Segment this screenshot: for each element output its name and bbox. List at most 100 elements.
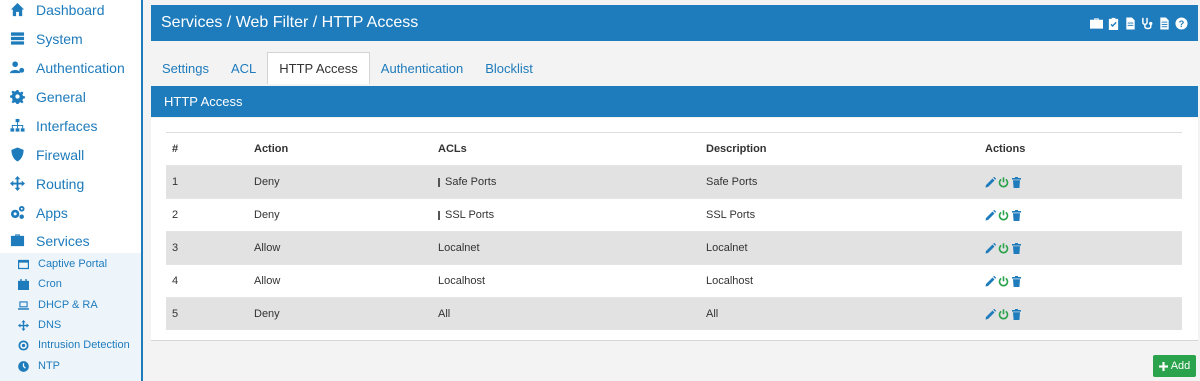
file-text-icon[interactable]	[1158, 16, 1171, 30]
row-action: Deny	[254, 308, 280, 320]
sidebar-subitem-label: DNS	[38, 319, 62, 331]
row-number: 2	[172, 209, 179, 221]
edit-icon[interactable]	[985, 275, 996, 287]
question-icon[interactable]: ?	[1175, 16, 1188, 30]
sitemap-icon	[9, 118, 25, 134]
tab-settings[interactable]: Settings	[151, 52, 220, 84]
tab-authentication[interactable]: Authentication	[370, 52, 474, 84]
row-action: Allow	[254, 242, 281, 254]
tab-acl[interactable]: ACL	[220, 52, 267, 84]
table-row[interactable]: 1 Deny Safe Ports Safe Ports	[166, 165, 1182, 198]
table-row[interactable]: 3 Allow Localnet Localnet	[166, 231, 1182, 264]
sidebar-subitem-label: Cron	[38, 278, 62, 290]
sidebar-item-label: Apps	[36, 204, 68, 221]
row-actions	[985, 298, 1022, 330]
table-row[interactable]: 5 Deny All All	[166, 297, 1182, 330]
row-description: SSL Ports	[706, 209, 756, 221]
delete-icon[interactable]	[1011, 209, 1022, 221]
sidebar-subitem-dns[interactable]: DNS	[0, 315, 141, 335]
shield-icon	[9, 147, 25, 163]
edit-icon[interactable]	[985, 308, 996, 320]
row-description: Localnet	[706, 242, 748, 254]
toggle-power-icon[interactable]	[998, 242, 1009, 254]
row-number: 1	[172, 176, 179, 188]
row-description: All	[706, 308, 719, 320]
sidebar-item-label: Routing	[36, 175, 85, 192]
toggle-power-icon[interactable]	[998, 308, 1009, 320]
sidebar-item-firewall[interactable]: Firewall	[0, 140, 141, 169]
sidebar-item-routing[interactable]: Routing	[0, 169, 141, 198]
sidebar-subitem-dhcp-ra[interactable]: DHCP & RA	[0, 295, 141, 315]
page-title: Services / Web Filter / HTTP Access	[161, 14, 419, 31]
row-acls: Safe Ports	[445, 176, 497, 188]
sidebar-item-dashboard[interactable]: Dashboard	[0, 0, 141, 24]
edit-icon[interactable]	[985, 209, 996, 221]
tab-http-access[interactable]: HTTP Access	[267, 52, 370, 84]
row-acls: All	[438, 308, 451, 320]
row-acls: Localnet	[438, 242, 480, 254]
sidebar-item-label: Firewall	[36, 146, 85, 163]
sidebar-subitem-ntp[interactable]: NTP	[0, 356, 141, 376]
delete-icon[interactable]	[1011, 242, 1022, 254]
sidebar-item-system[interactable]: System	[0, 24, 141, 53]
sidebar-item-authentication[interactable]: Authentication	[0, 53, 141, 82]
column-header-number[interactable]: #	[172, 133, 178, 165]
sidebar-item-label: Authentication	[36, 59, 125, 76]
sidebar-item-interfaces[interactable]: Interfaces	[0, 111, 141, 140]
row-acls: SSL Ports	[445, 209, 495, 221]
delete-icon[interactable]	[1011, 308, 1022, 320]
section-title: HTTP Access	[164, 94, 243, 109]
window-icon	[17, 258, 29, 270]
target-icon	[17, 339, 29, 351]
clipboard-check-icon[interactable]	[1107, 17, 1120, 30]
tab-bar: Settings ACL HTTP Access Authentication …	[151, 52, 544, 84]
stethoscope-icon[interactable]	[1141, 17, 1154, 30]
toggle-power-icon[interactable]	[998, 275, 1009, 287]
edit-icon[interactable]	[985, 242, 996, 254]
sidebar-subitem-captive-portal[interactable]: Captive Portal	[0, 254, 141, 274]
plus-icon	[1158, 361, 1168, 371]
sidebar-item-services[interactable]: Services	[0, 226, 141, 255]
table-row[interactable]: 4 Allow Localhost Localhost	[166, 264, 1182, 297]
table-row[interactable]: 2 Deny SSL Ports SSL Ports	[166, 198, 1182, 231]
sidebar-subitem-intrusion-detection[interactable]: Intrusion Detection	[0, 335, 141, 355]
arrows-icon	[17, 319, 29, 331]
delete-icon[interactable]	[1011, 275, 1022, 287]
row-number: 4	[172, 275, 179, 287]
row-acls: Localhost	[438, 275, 486, 287]
cog-icon	[9, 89, 25, 105]
header-tools: ?	[1090, 16, 1188, 30]
row-acls-cell: Safe Ports	[438, 166, 496, 198]
row-number: 5	[172, 308, 179, 320]
sidebar-item-apps[interactable]: Apps	[0, 198, 141, 227]
toggle-power-icon[interactable]	[998, 209, 1009, 221]
column-header-action[interactable]: Action	[254, 133, 288, 165]
server-icon	[9, 31, 25, 47]
arrows-icon	[9, 176, 25, 192]
row-actions	[985, 199, 1022, 231]
file-icon[interactable]	[1124, 16, 1137, 30]
add-button[interactable]: Add	[1153, 355, 1196, 377]
tab-blocklist[interactable]: Blocklist	[474, 52, 544, 84]
sidebar-item-general[interactable]: General	[0, 82, 141, 111]
row-description: Localhost	[706, 275, 754, 287]
toggle-power-icon[interactable]	[998, 176, 1009, 188]
column-header-actions: Actions	[985, 143, 1026, 155]
sidebar-item-label: Services	[36, 232, 90, 249]
column-header-description[interactable]: Description	[706, 133, 767, 165]
home-icon	[9, 2, 25, 18]
sidebar-item-label: System	[36, 30, 83, 47]
column-header-acls[interactable]: ACLs	[438, 133, 467, 165]
add-button-label: Add	[1170, 360, 1191, 372]
toolbox-icon[interactable]	[1090, 17, 1103, 30]
page-header: Services / Web Filter / HTTP Access ?	[151, 5, 1198, 41]
http-access-table: # Action ACLs Description Actions 1 Deny…	[166, 132, 1182, 330]
services-submenu: Captive Portal Cron DHCP & RA DNS Intrus…	[0, 253, 141, 381]
sidebar-subitem-label: Captive Portal	[38, 258, 108, 270]
row-action: Deny	[254, 209, 280, 221]
delete-icon[interactable]	[1011, 176, 1022, 188]
sidebar-subitem-cron[interactable]: Cron	[0, 274, 141, 294]
edit-icon[interactable]	[985, 176, 996, 188]
row-actions	[985, 265, 1022, 297]
content-panel: # Action ACLs Description Actions 1 Deny…	[151, 118, 1198, 341]
